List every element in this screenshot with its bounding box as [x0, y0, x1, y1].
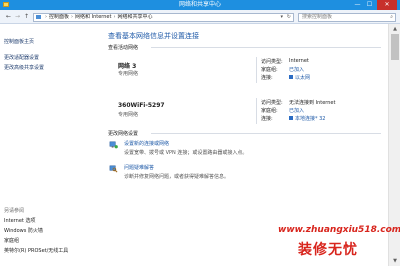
- search-input[interactable]: 搜索控制面板 ⌕: [298, 13, 396, 22]
- connection-label: 连接:: [261, 116, 273, 122]
- scroll-thumb[interactable]: [391, 34, 399, 60]
- change-settings-label: 更改网络设置: [108, 131, 139, 137]
- troubleshoot-description: 诊断并修复网络问题，或者获得疑难解答信息。: [124, 174, 230, 180]
- control-panel-icon: [36, 15, 41, 19]
- new-connection-description: 设置宽带、拨号或 VPN 连接；或设置路由器或接入点。: [124, 150, 248, 156]
- active-networks-label: 查看活动网络: [108, 45, 139, 51]
- watermark-url: www.zhuangxiu518.com: [278, 225, 400, 235]
- sidebar-link-internet-options[interactable]: Internet 选项: [4, 217, 35, 224]
- homegroup-link[interactable]: 已加入: [289, 107, 304, 114]
- up-button[interactable]: ↑: [22, 13, 31, 21]
- network-type: 专用网络: [118, 112, 139, 118]
- sidebar-link-firewall[interactable]: Windows 防火墙: [4, 227, 43, 234]
- title-bar: 网络和共享中心 — ☐ ✕: [0, 0, 400, 10]
- network-name: 360WiFi-5297: [118, 102, 165, 109]
- see-also-heading: 另请参阅: [4, 208, 25, 214]
- ethernet-icon: [289, 75, 293, 79]
- connection-label: 连接:: [261, 75, 273, 81]
- new-connection-icon: [109, 141, 118, 149]
- breadcrumb-network-internet[interactable]: 网络和 Internet: [75, 14, 111, 20]
- access-type-label: 访问类型:: [261, 100, 283, 106]
- scroll-up-icon[interactable]: ▲: [391, 26, 399, 32]
- breadcrumb-control-panel[interactable]: 控制面板: [49, 14, 69, 20]
- connection-link[interactable]: 本地连接* 32: [289, 115, 325, 122]
- column-divider: [256, 98, 257, 124]
- back-button[interactable]: ←: [4, 13, 13, 21]
- troubleshoot-icon: [109, 165, 118, 173]
- network-type: 专用网络: [118, 71, 139, 77]
- minimize-button[interactable]: —: [352, 0, 363, 10]
- sidebar-item-control-panel-home[interactable]: 控制面板主页: [4, 38, 34, 45]
- close-button[interactable]: ✕: [377, 0, 397, 10]
- troubleshoot-link[interactable]: 问题疑难解答: [124, 164, 154, 171]
- chevron-down-icon[interactable]: ▾: [280, 14, 283, 21]
- scroll-down-icon[interactable]: ▼: [391, 258, 399, 264]
- address-bar[interactable]: › 控制面板 › 网络和 Internet › 网络和共享中心 ▾ ↻: [33, 13, 294, 22]
- access-type-value: Internet: [289, 58, 309, 64]
- sidebar-link-homegroup[interactable]: 家庭组: [4, 237, 19, 244]
- access-type-label: 访问类型:: [261, 59, 283, 65]
- forward-button[interactable]: →: [13, 13, 22, 21]
- maximize-button[interactable]: ☐: [364, 0, 375, 10]
- homegroup-label: 家庭组:: [261, 67, 278, 73]
- sidebar-link-proset[interactable]: 英特尔(R) PROSet/无线工具: [4, 247, 68, 254]
- sidebar-item-sharing-settings[interactable]: 更改高级共享设置: [4, 64, 44, 71]
- connection-link[interactable]: 以太网: [289, 74, 310, 81]
- divider: [151, 133, 381, 134]
- column-divider: [256, 57, 257, 83]
- sidebar: 控制面板主页 更改适配器设置 更改高级共享设置 另请参阅 Internet 选项…: [0, 24, 100, 266]
- access-type-value: 无法连接到 Internet: [289, 100, 336, 106]
- breadcrumb-network-center[interactable]: 网络和共享中心: [117, 14, 152, 20]
- wifi-icon: [289, 116, 293, 120]
- new-connection-link[interactable]: 设置新的连接或网络: [124, 140, 169, 147]
- navigation-bar: ← → ↑ › 控制面板 › 网络和 Internet › 网络和共享中心 ▾ ↻ 搜索控…: [0, 10, 400, 24]
- search-icon[interactable]: ⌕: [390, 14, 393, 21]
- search-placeholder: 搜索控制面板: [302, 14, 333, 20]
- homegroup-label: 家庭组:: [261, 108, 278, 114]
- watermark-brand: 装修无忧: [298, 242, 358, 258]
- network-name: 网络 3: [118, 63, 137, 70]
- homegroup-link[interactable]: 已加入: [289, 66, 304, 73]
- divider: [151, 47, 381, 48]
- page-title: 查看基本网络信息并设置连接: [108, 32, 199, 40]
- window-title: 网络和共享中心: [178, 1, 221, 8]
- sidebar-item-adapter-settings[interactable]: 更改适配器设置: [4, 54, 39, 61]
- refresh-icon[interactable]: ↻: [287, 14, 291, 21]
